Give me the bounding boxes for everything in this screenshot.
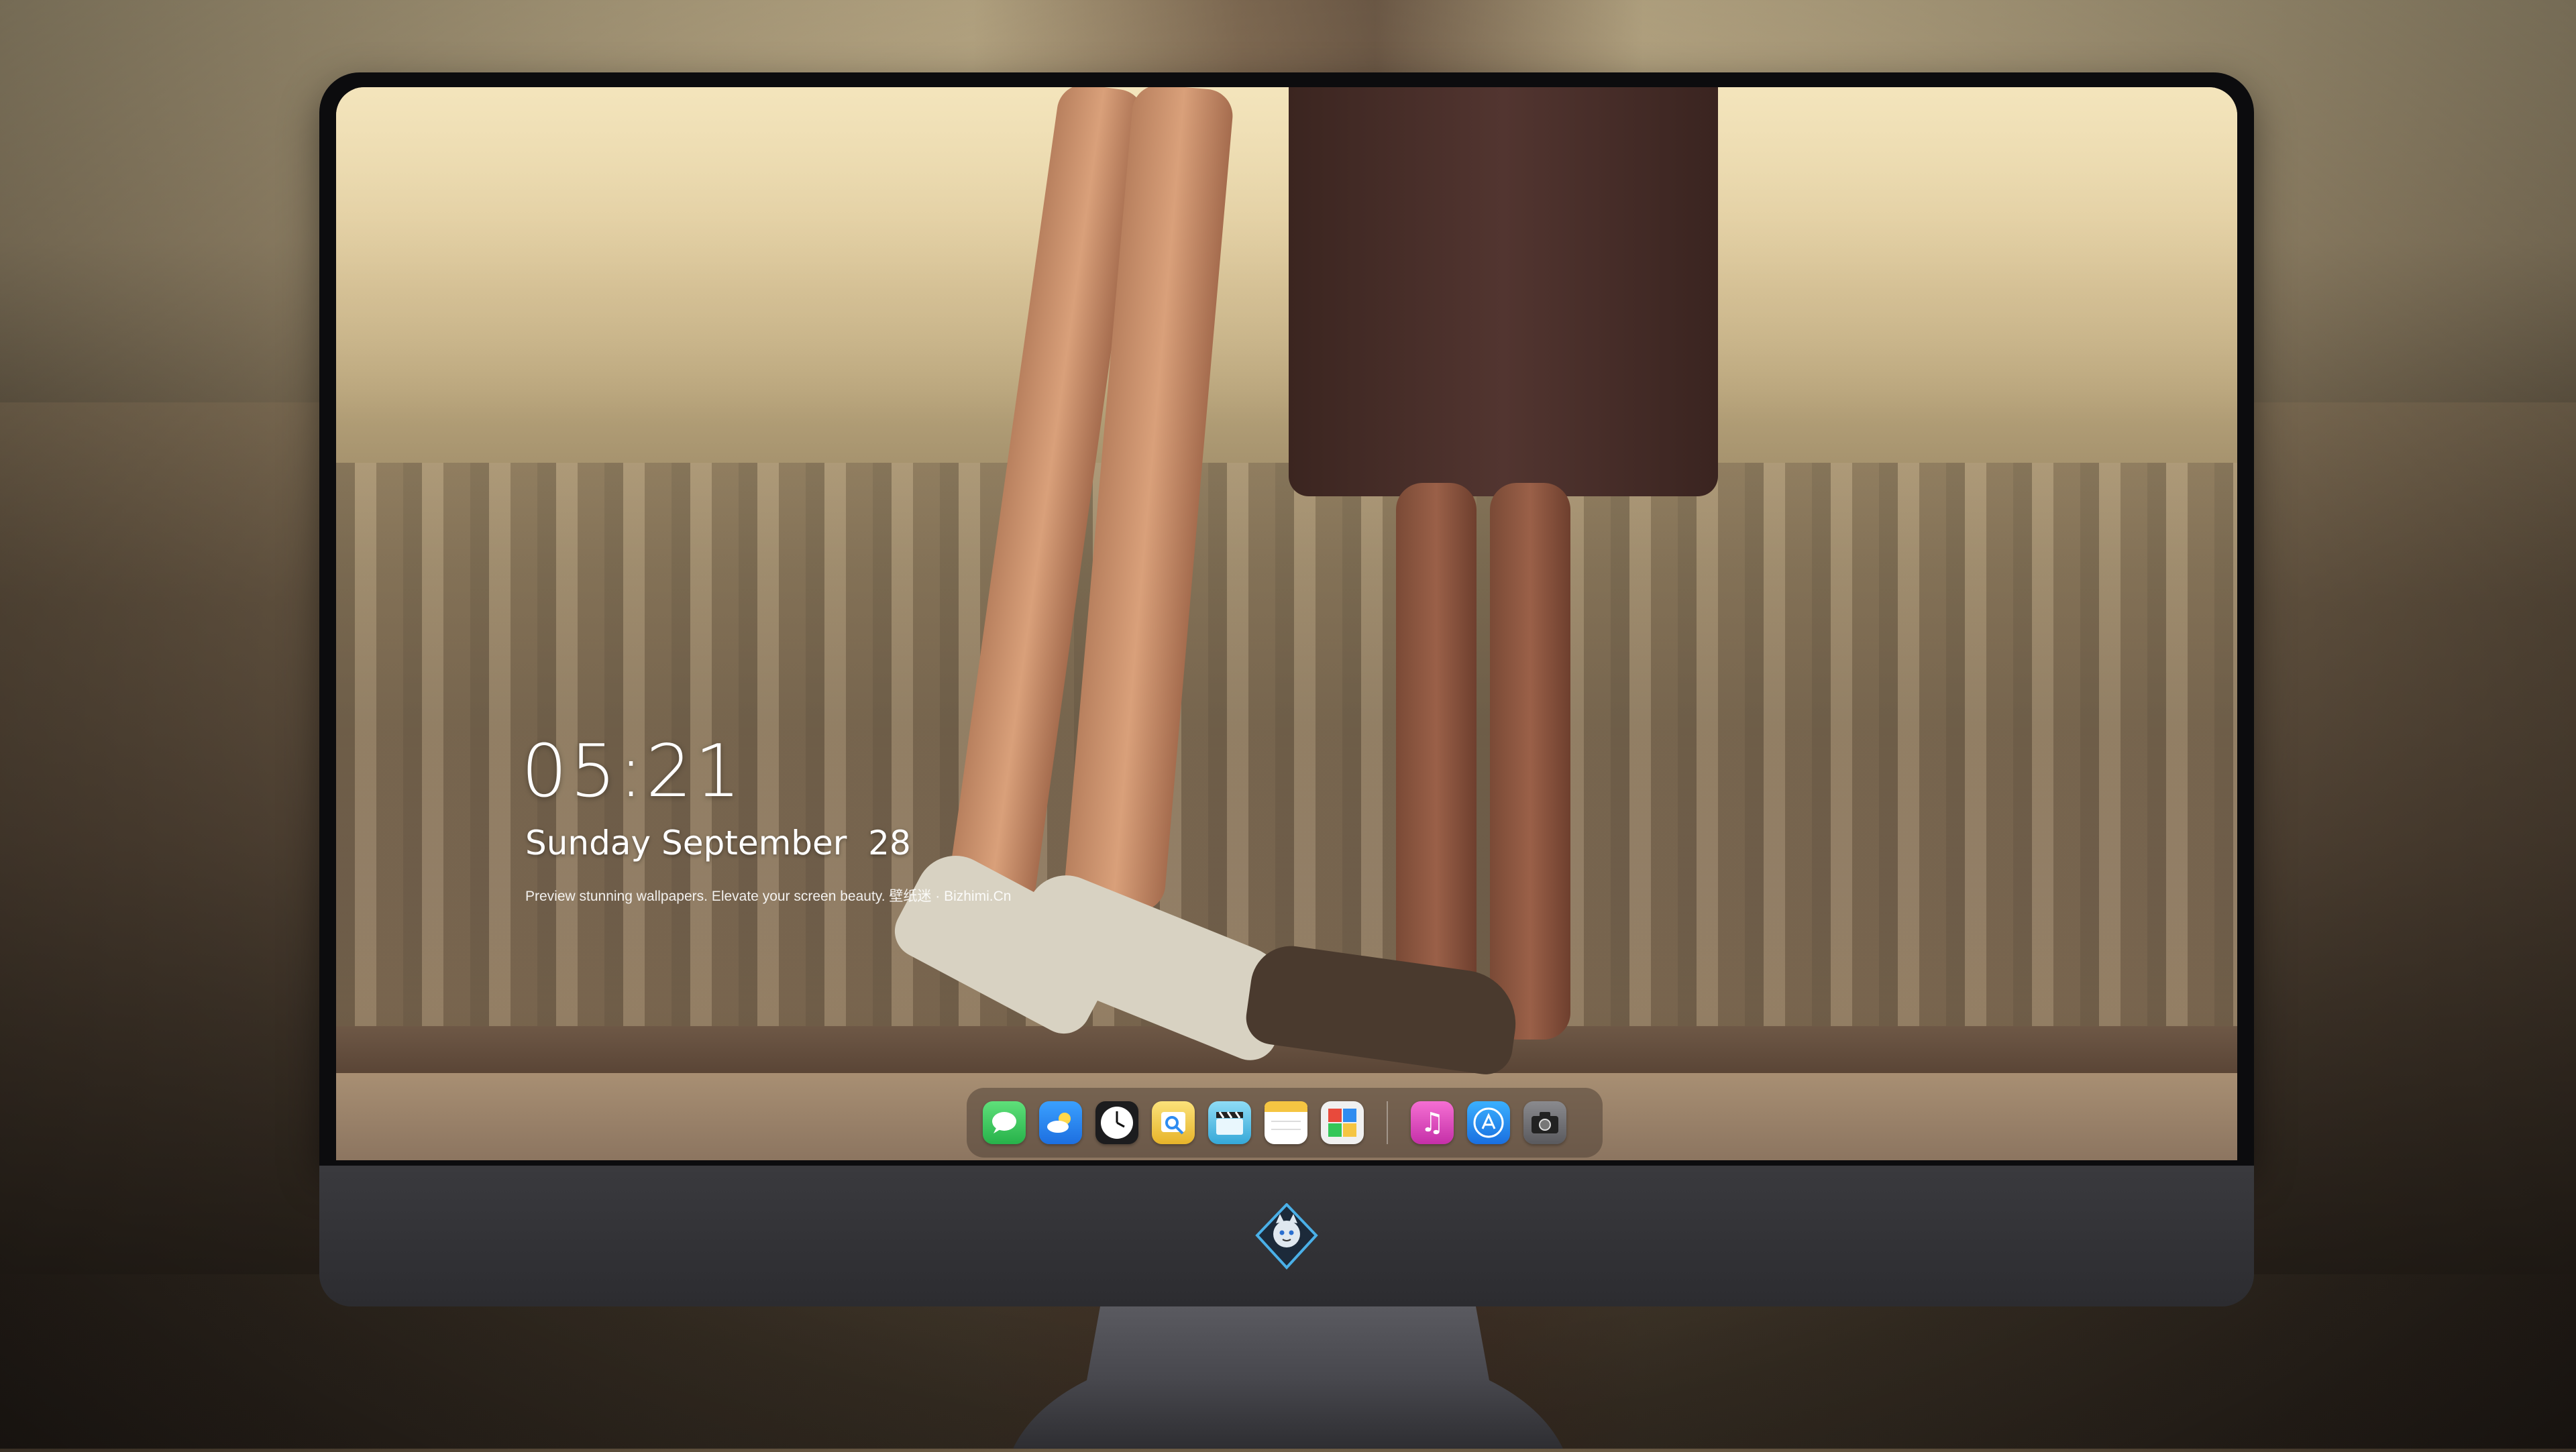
photo-booth-icon[interactable] [1321, 1101, 1364, 1144]
wallpaper-leg-man-left [1396, 483, 1477, 1033]
brand-logo-icon [1253, 1203, 1320, 1270]
camera-icon[interactable] [1523, 1101, 1566, 1144]
lockscreen-clock: 05:21 [521, 730, 744, 814]
monitor: 05:21 Sunday September 28 Preview stunni… [319, 72, 2254, 1306]
clock-icon[interactable] [1095, 1101, 1138, 1144]
claquette-icon[interactable] [1208, 1101, 1251, 1144]
lockscreen-date: Sunday September 28 [525, 824, 911, 862]
wallpaper-sky [336, 87, 2237, 423]
messages-icon[interactable] [983, 1101, 1026, 1144]
lockscreen-tagline: Preview stunning wallpapers. Elevate you… [525, 889, 1012, 904]
app-store-icon[interactable] [1467, 1101, 1510, 1144]
preview-icon[interactable] [1152, 1101, 1195, 1144]
wallpaper-leg-man-right [1490, 483, 1570, 1040]
monitor-bezel: 05:21 Sunday September 28 Preview stunni… [319, 72, 2254, 1166]
dock-separator [1387, 1101, 1388, 1144]
desktop-screen[interactable]: 05:21 Sunday September 28 Preview stunni… [336, 87, 2237, 1160]
wallpaper-shorts [1289, 87, 1718, 496]
music-icon[interactable]: ♫ [1411, 1101, 1454, 1144]
dock: ♫ [967, 1088, 1603, 1158]
notes-icon[interactable] [1265, 1101, 1307, 1144]
monitor-stand [1013, 1306, 1563, 1449]
weather-icon[interactable] [1039, 1101, 1082, 1144]
